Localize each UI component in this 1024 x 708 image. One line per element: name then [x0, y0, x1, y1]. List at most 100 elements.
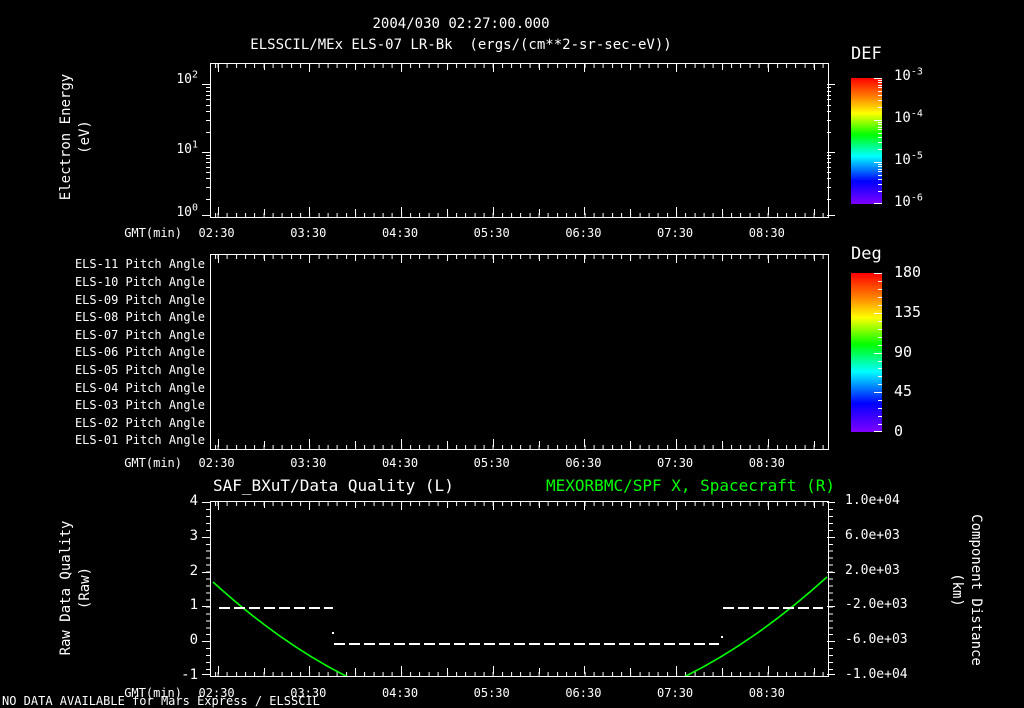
tick-mark	[813, 668, 815, 674]
y-tick-label-right: -1.0e+04	[845, 667, 908, 682]
tick-mark	[827, 111, 831, 113]
tick-mark	[355, 502, 357, 508]
plot-page: 2004/030 02:27:00.000 ELSSCIL/MEx ELS-07…	[0, 0, 1024, 708]
tick-mark	[676, 255, 678, 263]
tick-mark	[206, 178, 210, 180]
tick-mark	[676, 64, 678, 72]
dataset-title: ELSSCIL/MEx ELS-07 LR-Bk (ergs/(cm**2-sr…	[250, 37, 672, 53]
tick-mark	[206, 198, 210, 200]
pitch-row-label: ELS-07 Pitch Angle	[74, 327, 205, 342]
colorbar-tick-label: 10-5	[894, 150, 923, 168]
x-tick-label: 08:30	[748, 226, 785, 240]
y-tick-label-right: 6.0e+03	[845, 527, 900, 543]
tick-mark	[202, 151, 210, 153]
y-tick-label-right: 1.0e+04	[845, 493, 900, 508]
tick-mark	[874, 78, 882, 79]
tick-comb	[211, 213, 828, 217]
tick-mark	[767, 255, 769, 263]
tick-mark	[355, 668, 357, 674]
tick-comb	[829, 502, 833, 676]
tick-mark	[878, 408, 882, 410]
tick-mark	[309, 255, 311, 263]
quality-transition-dot	[332, 632, 334, 634]
tick-comb	[211, 255, 828, 259]
tick-mark	[206, 104, 210, 106]
tick-mark	[878, 107, 882, 109]
y-tick-label: 102	[176, 69, 198, 87]
tick-mark	[309, 64, 311, 72]
tick-mark	[874, 203, 882, 204]
y-tick-label-left: 0	[189, 632, 198, 649]
y-tick-label-right: 2.0e+03	[845, 562, 900, 578]
tick-mark	[538, 64, 540, 70]
tick-mark	[874, 162, 882, 163]
tick-mark	[722, 64, 723, 70]
tick-mark	[827, 94, 831, 96]
timestamp-title: 2004/030 02:27:00.000	[372, 16, 550, 32]
tick-mark	[767, 502, 769, 510]
x-tick-label: 07:30	[657, 686, 694, 700]
quality-series-title: SAF_BXuT/Data Quality (L)	[213, 476, 454, 495]
x-tick-label: 05:30	[473, 226, 510, 240]
tick-mark	[584, 666, 586, 674]
tick-mark	[206, 87, 210, 89]
tick-mark	[878, 149, 882, 151]
tick-mark	[263, 209, 265, 215]
tick-mark	[538, 255, 540, 261]
tick-mark	[401, 666, 402, 674]
tick-mark	[878, 142, 882, 143]
tick-mark	[813, 502, 815, 508]
tick-mark	[878, 296, 882, 298]
tick-mark	[813, 64, 815, 70]
tick-mark	[202, 215, 210, 216]
tick-mark	[878, 392, 882, 394]
tick-mark	[584, 64, 586, 72]
tick-mark	[767, 666, 769, 674]
x-tick-label: 03:30	[290, 226, 327, 240]
tick-mark	[446, 209, 448, 215]
tick-mark	[878, 79, 882, 81]
y-tick-label: 100	[176, 202, 198, 220]
colorbar-tick-label: 0	[894, 422, 904, 440]
x-tick-label: 06:30	[565, 456, 602, 470]
tick-mark	[492, 207, 494, 215]
tick-mark	[309, 666, 311, 674]
tick-mark	[722, 255, 723, 261]
x-tick-label: 08:30	[748, 686, 785, 700]
tick-mark	[630, 668, 632, 674]
tick-mark	[827, 151, 835, 153]
tick-mark	[202, 606, 210, 608]
tick-mark	[584, 255, 586, 263]
tick-mark	[878, 288, 882, 290]
tick-mark	[263, 255, 265, 261]
tick-mark	[878, 384, 882, 386]
tick-mark	[827, 186, 831, 188]
tick-mark	[827, 198, 831, 200]
tick-mark	[878, 124, 882, 126]
tick-mark	[401, 255, 402, 263]
tick-mark	[202, 84, 210, 86]
bottom-plot-canvas	[212, 576, 828, 676]
x-tick-label: 04:30	[381, 686, 419, 700]
x-tick-label: 04:30	[381, 226, 419, 240]
tick-mark	[874, 273, 882, 274]
tick-mark	[676, 666, 678, 674]
pitch-row-label: ELS-02 Pitch Angle	[74, 415, 205, 430]
tick-mark	[878, 90, 882, 92]
tick-mark	[446, 64, 448, 70]
tick-mark	[584, 207, 586, 215]
tick-mark	[355, 209, 357, 215]
tick-mark	[309, 502, 311, 510]
tick-mark	[827, 536, 835, 538]
quality-transition-dot	[721, 636, 723, 638]
x-tick-label: 02:30	[198, 226, 235, 240]
pitch-row-label: ELS-03 Pitch Angle	[74, 398, 205, 413]
tick-mark	[813, 441, 815, 447]
tick-mark	[217, 666, 219, 674]
colorbar-def	[851, 78, 882, 204]
tick-mark	[827, 84, 835, 86]
tick-mark	[309, 439, 311, 447]
tick-mark	[878, 360, 882, 362]
tick-mark	[878, 121, 882, 123]
tick-mark	[206, 154, 210, 156]
